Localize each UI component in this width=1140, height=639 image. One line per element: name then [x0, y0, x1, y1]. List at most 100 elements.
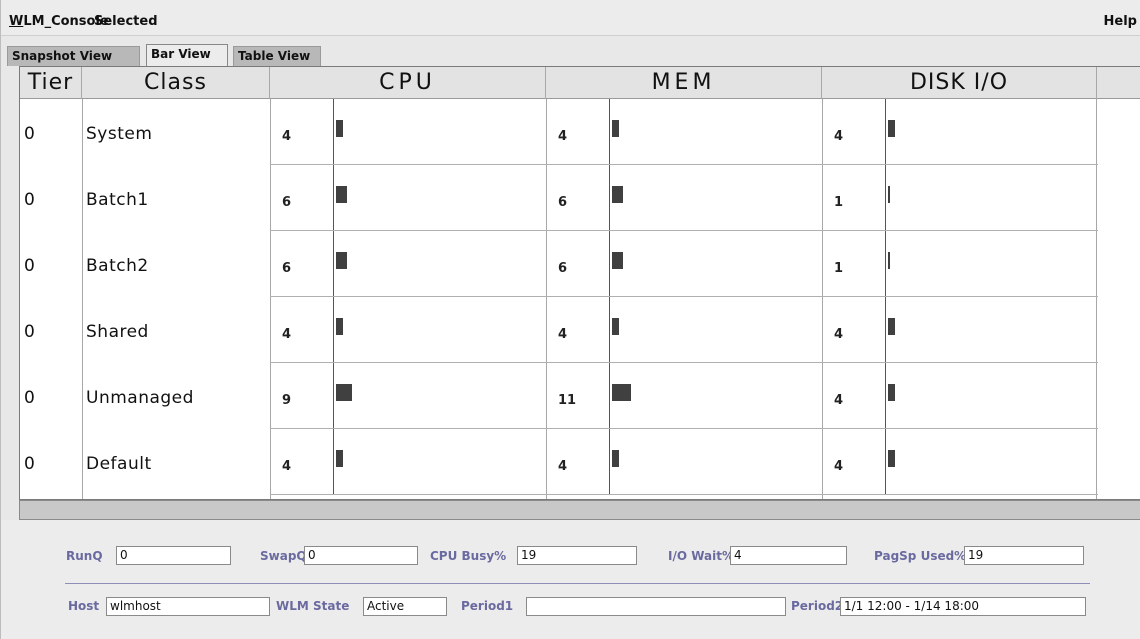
mem-value: 11: [558, 393, 577, 408]
cpu-metric-cell: 6: [270, 231, 546, 297]
mem-value: 6: [558, 195, 568, 210]
header-tier[interactable]: Tier: [20, 67, 82, 99]
bar-axis-line: [609, 297, 610, 363]
table-row[interactable]: 0 Default 4 4 4: [20, 429, 1098, 495]
class-name-cell: Batch2: [86, 256, 149, 276]
runq-label: RunQ: [66, 549, 103, 563]
bar-axis-line: [885, 363, 886, 429]
wlm-state-label: WLM State: [276, 599, 350, 613]
header-corner: [1097, 67, 1140, 99]
bar-axis-line: [609, 165, 610, 231]
table-row[interactable]: 0 Unmanaged 9 11 4: [20, 363, 1098, 429]
bar-axis-line: [333, 99, 334, 165]
tab-bar-view[interactable]: Bar View: [146, 44, 228, 66]
bar-axis-line: [885, 429, 886, 495]
header-cpu[interactable]: CPU: [270, 67, 546, 99]
table-row[interactable]: 0 Shared 4 4 4: [20, 297, 1098, 363]
table-body: 0 System 4 4 4 0 Batch1 6 6 1 0 Batch2 6 6 1 0 Shared 4 4 4…: [20, 99, 1098, 499]
disk-value: 1: [834, 195, 844, 210]
mem-usage-bar: [612, 120, 619, 137]
row-divider: [270, 494, 546, 495]
bar-axis-line: [333, 231, 334, 297]
header-mem[interactable]: MEM: [546, 67, 822, 99]
row-divider: [822, 494, 1098, 495]
tier-cell: 0: [24, 190, 35, 210]
bar-axis-line: [609, 429, 610, 495]
table-row[interactable]: 0 Batch1 6 6 1: [20, 165, 1098, 231]
mem-value: 4: [558, 129, 568, 144]
mem-usage-bar: [612, 384, 631, 401]
mem-metric-cell: 4: [546, 99, 822, 165]
swapq-field[interactable]: 0: [304, 546, 418, 565]
cpu-metric-cell: 9: [270, 363, 546, 429]
cpu-usage-bar: [336, 252, 347, 269]
cpu-value: 9: [282, 393, 292, 408]
period2-label: Period2: [791, 599, 844, 613]
runq-field[interactable]: 0: [116, 546, 231, 565]
tier-cell: 0: [24, 256, 35, 276]
swapq-label: SwapQ: [260, 549, 307, 563]
io-wait-field[interactable]: 4: [730, 546, 847, 565]
disk-metric-cell: 1: [822, 165, 1098, 231]
mem-metric-cell: 4: [546, 429, 822, 495]
bar-axis-line: [885, 231, 886, 297]
disk-metric-cell: 4: [822, 363, 1098, 429]
table-row[interactable]: 0 System 4 4 4: [20, 99, 1098, 165]
class-name-cell: System: [86, 124, 153, 144]
disk-usage-bar: [888, 450, 895, 467]
menu-help[interactable]: Help: [1104, 14, 1137, 29]
class-table: Tier Class CPU MEM DISK I/O 0 System 4 4 4 0 B…: [19, 66, 1140, 500]
wlm-console-window: WLM_Console Selected Help Snapshot View …: [0, 0, 1140, 639]
disk-metric-cell: 1: [822, 231, 1098, 297]
bar-axis-line: [885, 99, 886, 165]
cpu-metric-cell: 4: [270, 429, 546, 495]
period1-field[interactable]: [526, 597, 786, 616]
disk-value: 4: [834, 393, 844, 408]
bar-axis-line: [885, 165, 886, 231]
disk-usage-bar: [888, 318, 895, 335]
cpu-value: 4: [282, 459, 292, 474]
pagsp-used-label: PagSp Used%: [874, 549, 967, 563]
tab-table-view[interactable]: Table View: [233, 46, 321, 66]
cpu-metric-cell: 4: [270, 297, 546, 363]
mem-usage-bar: [612, 186, 623, 203]
table-row[interactable]: 0 Batch2 6 6 1: [20, 231, 1098, 297]
disk-value: 4: [834, 129, 844, 144]
mem-usage-bar: [612, 252, 623, 269]
class-name-cell: Unmanaged: [86, 388, 194, 408]
header-disk-io[interactable]: DISK I/O: [822, 67, 1097, 99]
disk-value: 4: [834, 327, 844, 342]
header-class[interactable]: Class: [82, 67, 270, 99]
cpu-usage-bar: [336, 384, 352, 401]
mem-metric-cell: 6: [546, 231, 822, 297]
disk-usage-bar: [888, 120, 895, 137]
disk-metric-cell: 4: [822, 99, 1098, 165]
pagsp-used-field[interactable]: 19: [964, 546, 1084, 565]
class-name-cell: Shared: [86, 322, 149, 342]
bar-axis-line: [885, 297, 886, 363]
cpu-busy-label: CPU Busy%: [430, 549, 507, 563]
menu-selected[interactable]: Selected: [94, 14, 158, 29]
disk-value: 1: [834, 261, 844, 276]
cpu-busy-field[interactable]: 19: [517, 546, 637, 565]
status-separator: [65, 583, 1090, 584]
cpu-value: 4: [282, 327, 292, 342]
period1-label: Period1: [461, 599, 514, 613]
wlm-state-field[interactable]: Active: [363, 597, 447, 616]
host-field[interactable]: wlmhost: [106, 597, 270, 616]
tab-snapshot-view[interactable]: Snapshot View: [7, 46, 140, 66]
bar-axis-line: [609, 363, 610, 429]
period2-field[interactable]: 1/1 12:00 - 1/14 18:00: [840, 597, 1086, 616]
cpu-value: 4: [282, 129, 292, 144]
mem-value: 4: [558, 327, 568, 342]
disk-usage-bar: [888, 186, 890, 203]
cpu-usage-bar: [336, 450, 343, 467]
io-wait-label: I/O Wait%: [668, 549, 735, 563]
menu-mnemonic: W: [9, 14, 24, 29]
class-name-cell: Default: [86, 454, 152, 474]
tier-cell: 0: [24, 454, 35, 474]
cpu-usage-bar: [336, 318, 343, 335]
bar-axis-line: [333, 165, 334, 231]
cpu-value: 6: [282, 261, 292, 276]
disk-value: 4: [834, 459, 844, 474]
